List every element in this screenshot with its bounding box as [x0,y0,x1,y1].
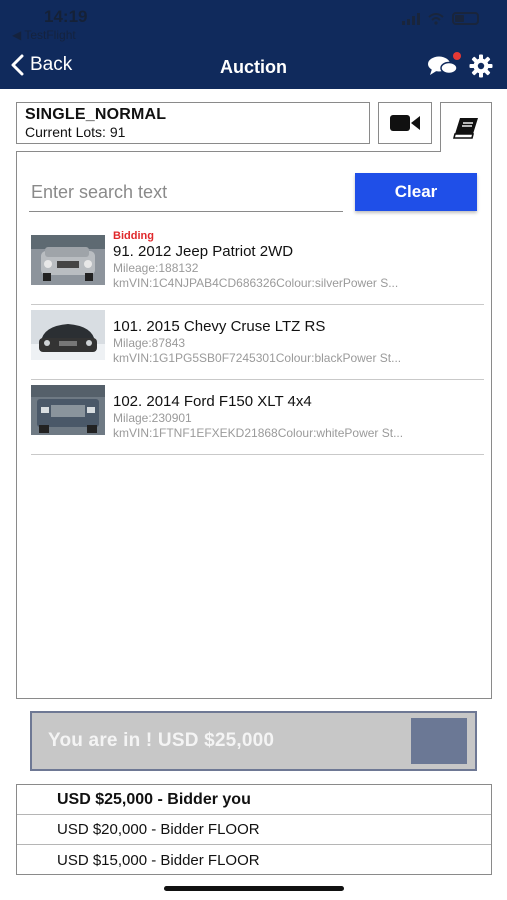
lot-status-badge [113,305,483,318]
battery-icon [452,12,479,25]
catalog-tab-button[interactable] [440,102,492,152]
status-time: 14:19 [44,7,88,26]
wifi-icon [428,12,444,25]
home-indicator [164,886,344,891]
app-header: 14:19 ◀ TestFlight Back Auction [0,0,507,89]
video-tab-button[interactable] [378,102,432,144]
signal-icon [402,12,420,25]
settings-button[interactable] [469,54,493,83]
bid-history-row: USD $15,000 - Bidder FLOOR [57,851,260,869]
book-icon [453,117,478,139]
lot-item[interactable]: Bidding 91. 2012 Jeep Patriot 2WD Mileag… [31,230,484,305]
clear-button[interactable]: Clear [355,173,477,211]
status-icons [402,12,479,25]
lot-item[interactable]: 102. 2014 Ford F150 XLT 4x4 Milage:23090… [31,380,484,455]
video-camera-icon [390,115,420,131]
bid-status-text: You are in ! USD $25,000 [48,730,275,751]
lot-thumbnail [31,385,105,435]
lots-panel: Clear Bidding 91. 2012 Jeep Patr [16,151,492,699]
lot-status-badge: Bidding [113,230,154,242]
bid-history: USD $25,000 - Bidder you USD $20,000 - B… [16,784,492,875]
lot-mileage: Milage:230901 [113,411,192,425]
lot-title: 91. 2012 Jeep Patriot 2WD [113,243,294,260]
lot-item[interactable]: 101. 2015 Chevy Cruse LTZ RS Milage:8784… [31,305,484,380]
lot-mileage: Mileage:188132 [113,261,199,275]
current-lots-count: Current Lots: 91 [25,124,126,140]
notification-dot [453,52,461,60]
back-label: Back [30,54,73,75]
bid-status-bar: You are in ! USD $25,000 [30,711,477,771]
lot-details: kmVIN:1FTNF1EFXEKD21868Colour:whitePower… [113,426,404,440]
gear-icon [469,54,493,78]
session-info: SINGLE_NORMAL Current Lots: 91 [16,102,370,144]
bid-history-row: USD $20,000 - Bidder FLOOR [17,815,491,845]
lot-mileage: Milage:87843 [113,336,186,350]
lot-title: 101. 2015 Chevy Cruse LTZ RS [113,318,326,335]
session-name: SINGLE_NORMAL [25,106,167,123]
lot-details: kmVIN:1G1PG5SB0F7245301Colour:blackPower… [113,351,402,365]
lot-thumbnail [31,235,105,285]
status-back-to-app[interactable]: ◀ TestFlight [12,28,76,42]
chevron-left-icon [11,54,24,76]
search-input[interactable] [29,174,343,212]
chat-button[interactable] [427,52,461,83]
lot-details: kmVIN:1C4NJPAB4CD686326Colour:silverPowe… [113,276,399,290]
lot-title: 102. 2014 Ford F150 XLT 4x4 [113,393,312,410]
bid-button[interactable] [411,718,467,764]
bid-history-row: USD $25,000 - Bidder you [17,785,491,815]
lot-thumbnail [31,310,105,360]
back-button[interactable]: Back [10,54,72,76]
lot-status-badge [113,380,483,393]
lot-list: Bidding 91. 2012 Jeep Patriot 2WD Mileag… [31,230,484,455]
